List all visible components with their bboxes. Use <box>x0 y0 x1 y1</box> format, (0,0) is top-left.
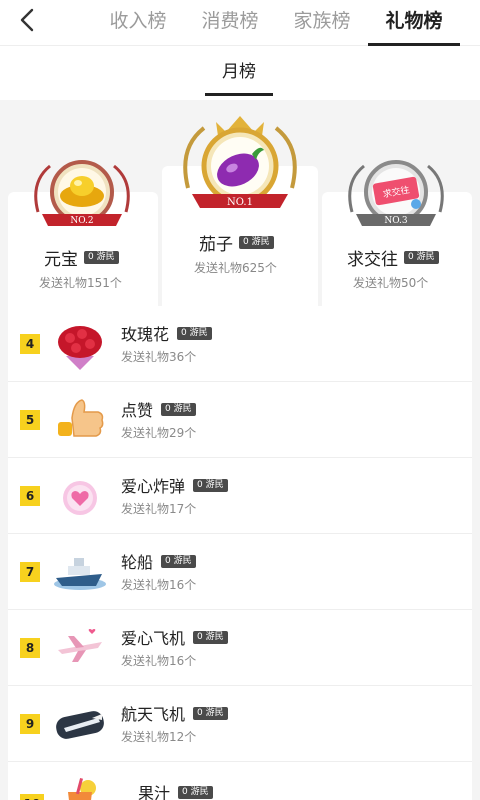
gift-sent-count: 发送礼物17个 <box>121 502 197 516</box>
space-shuttle-icon <box>52 696 108 752</box>
gift-name: 玫瑰花 <box>121 325 170 344</box>
podium-name-3: 求交往 0 游民 <box>347 245 439 270</box>
gift-name-row: 玫瑰花 0 游民 <box>121 321 212 345</box>
podium-sent-3: 发送礼物50个 <box>353 276 429 290</box>
list-item[interactable]: 5 点赞 0 游民 发送礼物29个 <box>8 382 472 458</box>
rank-badge: 10 <box>20 794 44 800</box>
gift-name-row: 爱心飞机 0 游民 <box>121 625 228 649</box>
user-level-tag: 0 游民 <box>178 785 213 799</box>
gift-rank-list: 4 玫瑰花 0 游民 发送礼物36个 5 点赞 0 游民 发送礼物29个 6 爱… <box>8 306 472 800</box>
chevron-left-icon <box>17 8 37 36</box>
gift-sent-count: 发送礼物29个 <box>121 426 197 440</box>
rank-badge: 7 <box>20 562 40 582</box>
user-level-tag: 0 游民 <box>161 402 196 416</box>
rank-badge: 6 <box>20 486 40 506</box>
heart-bomb-icon <box>52 468 108 524</box>
podium-name-2: 元宝 0 游民 <box>44 245 119 270</box>
rank-badge: 5 <box>20 410 40 430</box>
top-bar: 收入榜 消费榜 家族榜 礼物榜 <box>0 0 480 46</box>
gift-name: 求交往 <box>347 250 398 270</box>
list-item[interactable]: 7 轮船 0 游民 发送礼物16个 <box>8 534 472 610</box>
gift-name: 元宝 <box>44 250 78 270</box>
user-level-tag: 0 游民 <box>193 478 228 492</box>
period-tabs: 月榜 <box>0 46 480 100</box>
list-item[interactable]: 8 爱心飞机 0 游民 发送礼物16个 <box>8 610 472 686</box>
gift-name: 轮船 <box>121 553 154 572</box>
thumbs-up-icon <box>52 392 108 448</box>
gift-name: 茄子 <box>199 235 233 255</box>
gift-name-row: 爱心炸弹 0 游民 <box>121 473 228 497</box>
gift-sent-count: 发送礼物16个 <box>121 578 197 592</box>
back-button[interactable] <box>14 8 40 36</box>
eggplant-icon: NO.1 <box>178 108 302 220</box>
gift-name: 爱心炸弹 <box>121 477 186 496</box>
tab-monthly[interactable]: 月榜 <box>205 58 273 98</box>
user-level-tag: 0 游民 <box>239 236 274 249</box>
rose-bouquet-icon <box>52 316 108 372</box>
gift-name: 航天飞机 <box>121 705 186 724</box>
gift-sent-count: 发送礼物36个 <box>121 350 197 364</box>
rank-badge: 8 <box>20 638 40 658</box>
list-item[interactable]: 9 航天飞机 0 游民 发送礼物12个 <box>8 686 472 762</box>
gift-name-row: 点赞 0 游民 <box>121 397 196 421</box>
gold-ingot-icon: NO.2 <box>30 152 134 236</box>
user-level-tag: 0 游民 <box>193 706 228 720</box>
gift-name: 爱心飞机 <box>121 629 186 648</box>
gift-name-row: 航天飞机 0 游民 <box>121 701 228 725</box>
ship-icon <box>52 544 108 600</box>
podium-rank-2: NO.2 <box>70 216 93 226</box>
tab-gift[interactable]: 礼物榜 <box>368 0 460 46</box>
podium-sent-2: 发送礼物151个 <box>39 276 122 290</box>
user-level-tag: 0 游民 <box>84 251 119 264</box>
podium-sent-1: 发送礼物625个 <box>194 261 277 275</box>
tab-family[interactable]: 家族榜 <box>276 0 368 46</box>
tab-income[interactable]: 收入榜 <box>92 0 184 46</box>
date-request-sign-icon: 求交往 NO.3 <box>344 152 448 236</box>
leaderboard-tabs: 收入榜 消费榜 家族榜 礼物榜 <box>92 0 460 46</box>
podium-name-1: 茄子 0 游民 <box>199 230 274 255</box>
list-item[interactable]: 6 爱心炸弹 0 游民 发送礼物17个 <box>8 458 472 534</box>
gift-name-row: 果汁 0 游民 <box>138 780 213 800</box>
tab-spending[interactable]: 消费榜 <box>184 0 276 46</box>
podium-rank-1: NO.1 <box>227 197 253 208</box>
user-level-tag: 0 游民 <box>404 251 439 264</box>
top-three-podium: NO.2 NO.1 求交往 NO.3 元宝 0 游民 发送礼物151个 茄子 0… <box>0 100 480 392</box>
gift-name: 果汁 <box>138 784 171 800</box>
gift-name-row: 轮船 0 游民 <box>121 549 196 573</box>
user-level-tag: 0 游民 <box>161 554 196 568</box>
juice-icon <box>52 772 108 800</box>
rank-badge: 9 <box>20 714 40 734</box>
gift-sent-count: 发送礼物16个 <box>121 654 197 668</box>
gift-name: 点赞 <box>121 401 154 420</box>
list-item[interactable]: 4 玫瑰花 0 游民 发送礼物36个 <box>8 306 472 382</box>
heart-plane-icon <box>52 620 108 676</box>
user-level-tag: 0 游民 <box>177 326 212 340</box>
podium-rank-3: NO.3 <box>384 216 408 226</box>
list-item[interactable]: 10 果汁 0 游民 <box>8 762 472 800</box>
gift-sent-count: 发送礼物12个 <box>121 730 197 744</box>
rank-badge: 4 <box>20 334 40 354</box>
user-level-tag: 0 游民 <box>193 630 228 644</box>
